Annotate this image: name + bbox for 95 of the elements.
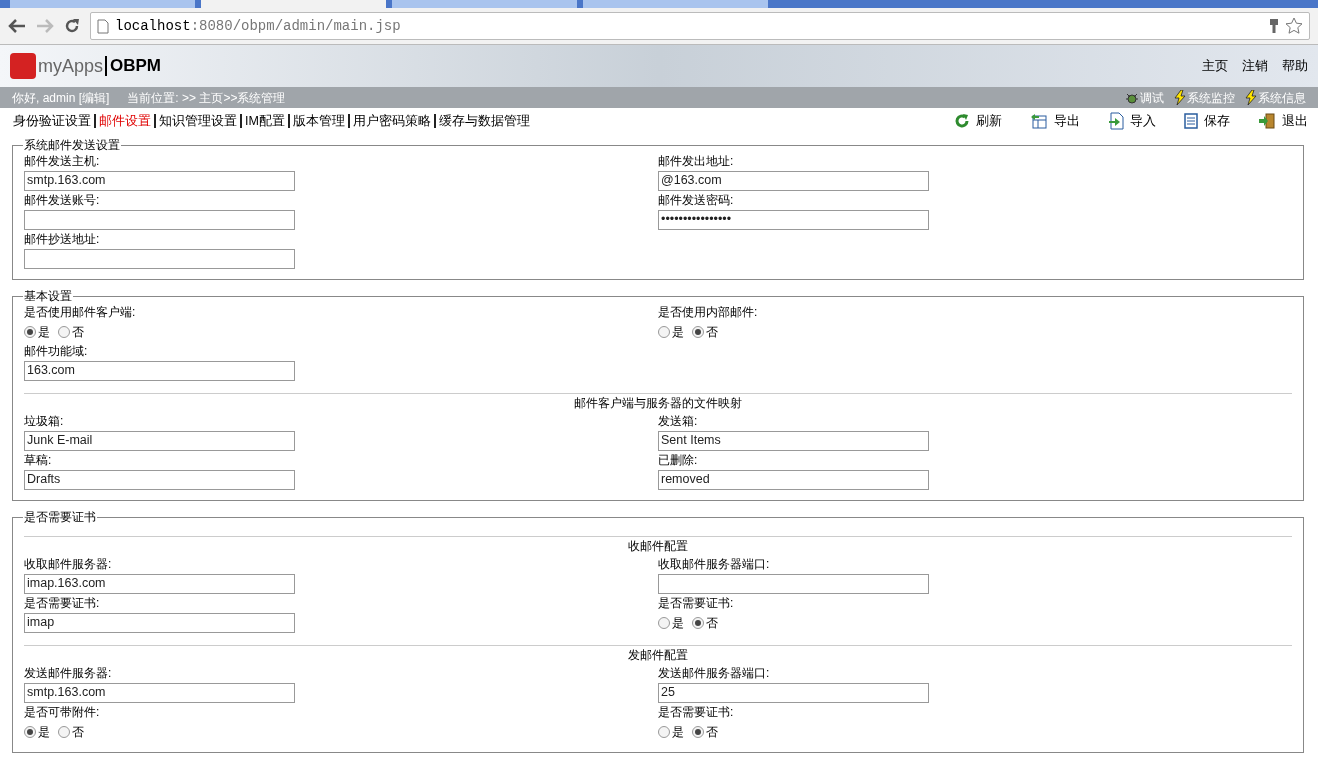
field-label: 邮件发送密码:	[658, 192, 735, 209]
text-field[interactable]: smtp.163.com	[24, 171, 295, 191]
url-text: localhost:8080/obpm/admin/main.jsp	[115, 16, 402, 36]
text-field[interactable]: 25	[658, 683, 929, 703]
text-field[interactable]: 163.com	[24, 361, 295, 381]
breadcrumb-text: 当前位置: >> 主页>>系统管理	[127, 89, 286, 107]
floppy-icon	[1184, 113, 1198, 129]
radio-label: 是	[672, 615, 684, 632]
field-label: 邮件发送主机:	[24, 153, 101, 170]
lightning-icon	[1174, 90, 1186, 105]
settings-tab[interactable]: 邮件设置	[94, 114, 154, 128]
field-label: 邮件抄送地址:	[24, 231, 101, 248]
radio-button[interactable]	[658, 326, 670, 338]
toolbar-button[interactable]: 保存	[1184, 111, 1230, 131]
radio-label: 是	[38, 324, 50, 341]
field-label: 邮件发出地址:	[658, 153, 735, 170]
settings-tab[interactable]: 版本管理	[287, 114, 348, 128]
text-field[interactable]: Junk E-mail	[24, 431, 295, 451]
text-field[interactable]: imap.163.com	[24, 574, 295, 594]
address-field[interactable]: localhost:8080/obpm/admin/main.jsp	[90, 12, 1310, 40]
field-label: 是否使用内部邮件:	[658, 304, 759, 321]
field-label: 草稿:	[24, 452, 53, 469]
field-label: 发送邮件服务器:	[24, 665, 113, 682]
section-legend: 是否需要证书	[23, 510, 97, 524]
field-label: 是否可带附件:	[24, 704, 101, 721]
radio-button[interactable]	[658, 617, 670, 629]
text-field[interactable]	[658, 574, 929, 594]
radio-label: 否	[72, 324, 84, 341]
radio-button[interactable]	[658, 726, 670, 738]
radio-label: 是	[672, 324, 684, 341]
settings-tab[interactable]: 身份验证设置	[10, 114, 94, 128]
radio-label: 是	[38, 724, 50, 741]
lightning-icon	[1245, 90, 1257, 105]
settings-tab[interactable]: 缓存与数据管理	[433, 114, 533, 128]
field-label: 发送邮件服务器端口:	[658, 665, 771, 682]
product-name: OBPM	[105, 56, 162, 76]
radio-label: 否	[706, 615, 718, 632]
field-label: 已删除:	[658, 452, 699, 469]
field-label: 是否需要证书:	[658, 704, 735, 721]
field-label: 邮件功能域:	[24, 343, 89, 360]
subsection-title: 邮件客户端与服务器的文件映射	[574, 395, 742, 412]
radio-label: 是	[672, 724, 684, 741]
document-arrow-icon	[1108, 112, 1124, 130]
toolbar-button[interactable]: 退出	[1258, 111, 1308, 131]
settings-tab[interactable]: 用户密码策略	[347, 114, 434, 128]
reload-icon[interactable]	[64, 18, 80, 34]
text-field[interactable]: @163.com	[658, 171, 929, 191]
settings-tab[interactable]: IM配置	[240, 114, 288, 128]
field-label: 收取邮件服务器端口:	[658, 556, 771, 573]
subsection-title: 收邮件配置	[628, 538, 688, 555]
logo-icon	[10, 53, 36, 79]
radio-label: 否	[72, 724, 84, 741]
radio-label: 否	[706, 724, 718, 741]
toolbar-button[interactable]: 导出	[1030, 111, 1080, 131]
text-field[interactable]: Drafts	[24, 470, 295, 490]
field-label: 垃圾箱:	[24, 413, 65, 430]
toolbar-button[interactable]: 刷新	[954, 111, 1002, 131]
header-link[interactable]: 注销	[1242, 56, 1268, 76]
toolbar-button[interactable]: 导入	[1108, 111, 1156, 131]
radio-label: 否	[706, 324, 718, 341]
refresh-icon	[954, 113, 970, 129]
door-icon	[1258, 113, 1276, 129]
text-field[interactable]: imap	[24, 613, 295, 633]
section-legend: 基本设置	[23, 289, 73, 303]
back-arrow-icon[interactable]	[8, 18, 26, 34]
brand-name: myApps	[38, 54, 104, 78]
field-label: 发送箱:	[658, 413, 699, 430]
field-label: 邮件发送账号:	[24, 192, 101, 209]
text-field[interactable]	[24, 210, 295, 230]
page-icon	[97, 18, 109, 34]
radio-button[interactable]	[58, 326, 70, 338]
field-label: 收取邮件服务器:	[24, 556, 113, 573]
section-legend: 系统邮件发送设置	[23, 138, 121, 152]
text-field[interactable]: smtp.163.com	[24, 683, 295, 703]
settings-tab[interactable]: 知识管理设置	[154, 114, 240, 128]
header-link[interactable]: 帮助	[1282, 56, 1308, 76]
star-icon[interactable]	[1285, 17, 1303, 35]
radio-button[interactable]	[24, 726, 36, 738]
greeting-text: 你好, admin [编辑]	[12, 89, 110, 107]
radio-button[interactable]	[692, 726, 704, 738]
radio-button[interactable]	[58, 726, 70, 738]
subsection-title: 发邮件配置	[628, 647, 688, 664]
radio-button[interactable]	[692, 326, 704, 338]
text-field[interactable]: Sent Items	[658, 431, 929, 451]
radio-button[interactable]	[24, 326, 36, 338]
field-label: 是否使用邮件客户端:	[24, 304, 137, 321]
radio-button[interactable]	[692, 617, 704, 629]
forward-arrow-icon[interactable]	[36, 18, 54, 34]
header-link[interactable]: 主页	[1202, 56, 1228, 76]
text-field[interactable]: ••••••••••••••••	[658, 210, 929, 230]
field-label: 是否需要证书:	[658, 595, 735, 612]
text-field[interactable]	[24, 249, 295, 269]
field-label: 是否需要证书:	[24, 595, 101, 612]
text-field[interactable]: removed	[658, 470, 929, 490]
key-icon[interactable]	[1269, 18, 1279, 34]
